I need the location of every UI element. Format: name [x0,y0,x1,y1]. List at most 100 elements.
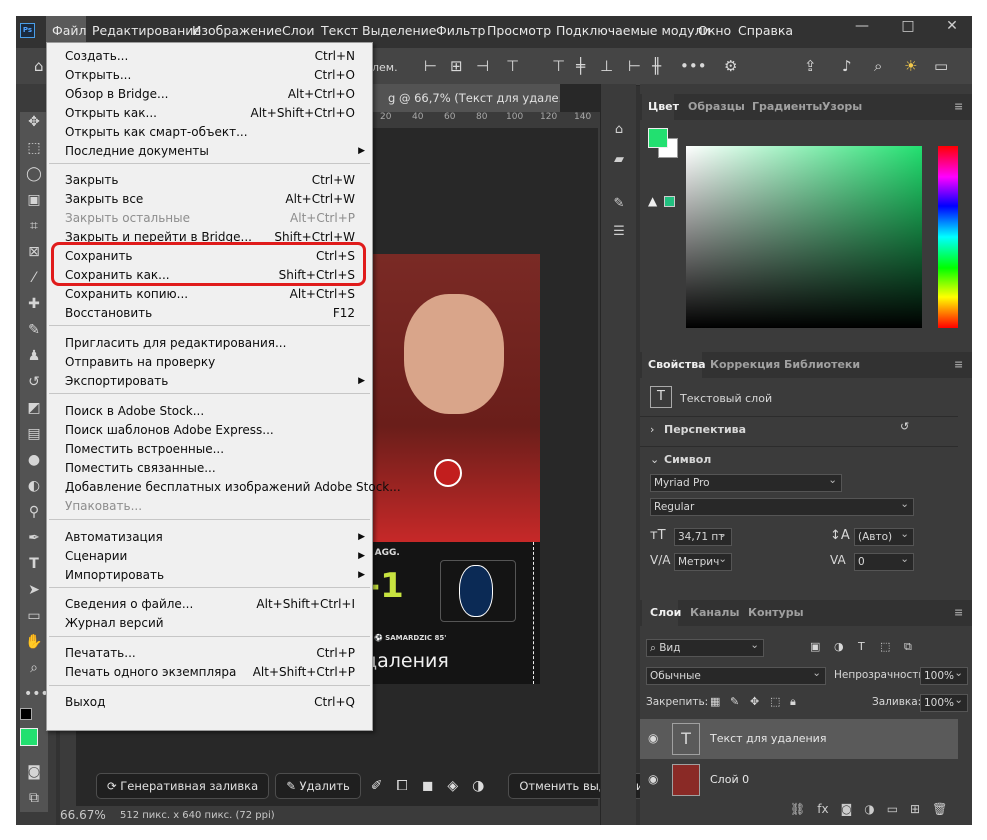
file-menu-item[interactable]: Поиск в Adobe Stock... [47,402,372,421]
history-panel-icon[interactable]: ⌂ [609,120,629,140]
file-menu-item[interactable]: Сведения о файле... Alt+Shift+Ctrl+I [47,595,372,614]
hand-tool-icon[interactable]: ✋ [24,632,44,652]
leading-input[interactable]: (Авто) [854,528,914,546]
brush-panel-icon[interactable]: ✎ [609,194,629,214]
healing-tool-icon[interactable]: ✚ [24,294,44,314]
link-icon[interactable]: ⛓ [790,802,805,822]
pen-tool-icon[interactable]: ✒ [24,528,44,548]
panel-menu-icon[interactable]: ≡ [954,600,963,626]
add-mask-icon[interactable]: ◙ [841,802,853,822]
file-menu-item[interactable]: Экспортировать ▶ [47,372,372,391]
eraser-tool-icon[interactable]: ◩ [24,398,44,418]
font-style-select[interactable]: Regular [650,498,914,516]
new-group-icon[interactable]: ▭ [887,802,898,822]
history-brush-tool-icon[interactable]: ↺ [24,372,44,392]
gamut-warning-icon[interactable]: ▲ [648,194,657,208]
file-menu-item[interactable]: Закрыть Ctrl+W [47,171,372,190]
file-menu-item[interactable]: Выход Ctrl+Q [47,693,372,712]
file-menu-item[interactable]: Сохранить копию... Alt+Ctrl+S [47,285,372,304]
move-tool-icon[interactable]: ✥ [24,112,44,132]
more-options-icon[interactable]: ••• [680,58,707,74]
tab-color[interactable]: Цвет [642,94,679,120]
menu-window[interactable]: Окно [698,16,731,46]
tracking-input[interactable]: 0 [854,553,914,571]
dodge-tool-icon[interactable]: ◐ [24,476,44,496]
panel-menu-icon[interactable]: ≡ [954,94,963,120]
zoom-tool-icon[interactable]: ⌕ [24,658,44,678]
align-hcenter-icon[interactable]: ⊞ [450,58,463,74]
tab-gradients[interactable]: Градиенты [752,94,822,120]
gradient-tool-icon[interactable]: ▤ [24,424,44,444]
gear-icon[interactable]: ⚙ [724,58,737,74]
path-select-tool-icon[interactable]: ➤ [24,580,44,600]
panel-menu-icon[interactable]: ≡ [954,352,963,378]
file-menu-item[interactable]: Открыть как смарт-объект... [47,123,372,142]
tab-patterns[interactable]: Узоры [822,94,862,120]
file-menu-item[interactable]: Открыть как... Alt+Shift+Ctrl+O [47,104,372,123]
stamp-tool-icon[interactable]: ♟ [24,346,44,366]
eye-icon[interactable]: ◉ [648,731,658,745]
menu-select[interactable]: Выделение [362,16,436,46]
marquee-tool-icon[interactable]: ⬚ [24,138,44,158]
file-menu-item[interactable]: Поместить связанные... [47,459,372,478]
delete-button[interactable]: ✎ Удалить [275,773,361,799]
lock-move-icon[interactable]: ✥ [750,695,759,708]
close-button[interactable]: ✕ [932,16,972,38]
menu-help[interactable]: Справка [738,16,793,46]
kerning-select[interactable]: Метрич [674,553,732,571]
align-top-icon[interactable]: ⊤ [506,58,519,74]
file-menu-item[interactable]: Обзор в Bridge... Alt+Ctrl+O [47,85,372,104]
color-picker-field[interactable] [686,146,922,328]
layer-name[interactable]: Текст для удаления [710,732,826,745]
file-menu-item[interactable]: Последние документы ▶ [47,142,372,161]
brush-tool-icon[interactable]: ✎ [24,320,44,340]
file-menu-item[interactable]: Сценарии ▶ [47,547,372,566]
adjustments-panel-icon[interactable]: ☰ [609,222,629,242]
file-menu-item[interactable]: Печать одного экземпляра Alt+Shift+Ctrl+P [47,663,372,682]
align-right-icon[interactable]: ⊣ [476,58,489,74]
home-icon[interactable]: ⌂ [34,58,44,74]
bell-icon[interactable]: ♪ [842,58,852,74]
fill-icon[interactable]: ◈ [443,773,462,801]
perspective-section[interactable]: Перспектива [664,423,746,436]
fx-icon[interactable]: fx [817,802,828,822]
generative-fill-button[interactable]: ⟳ Генеративная заливка [96,773,270,799]
filter-shape-icon[interactable]: ⬚ [880,640,890,653]
filter-adjustment-icon[interactable]: ◑ [834,640,844,653]
lock-brush-icon[interactable]: ✎ [730,695,739,708]
tab-properties[interactable]: Свойства [642,352,706,378]
align-left-icon[interactable]: ⊢ [424,58,437,74]
lock-artboard-icon[interactable]: ⬚ [770,695,780,708]
tab-swatches[interactable]: Образцы [688,94,745,120]
lightbulb-icon[interactable]: ☀ [904,58,917,74]
file-menu-item[interactable]: Печатать... Ctrl+P [47,644,372,663]
font-size-input[interactable]: 34,71 пт [674,528,732,546]
new-adjustment-icon[interactable]: ◑ [864,802,874,822]
filter-pixel-icon[interactable]: ▣ [810,640,820,653]
blur-tool-icon[interactable]: ● [24,450,44,470]
menu-plugins[interactable]: Подключаемые модули [556,16,711,46]
screen-mode-icon[interactable]: ⧉ [24,788,44,808]
symbol-chevron-icon[interactable]: ⌄ [650,453,659,466]
file-menu-item[interactable]: Пригласить для редактирования... [47,334,372,353]
layer-filter-select[interactable]: ⌕ Вид [646,639,764,657]
rectangle-tool-icon[interactable]: ▭ [24,606,44,626]
menu-view[interactable]: Просмотр [487,16,551,46]
hue-slider[interactable] [938,146,958,328]
menu-filter[interactable]: Фильтр [436,16,485,46]
distribute-hcenter-icon[interactable]: ╫ [652,58,661,74]
symbol-section[interactable]: Символ [664,453,711,466]
transform-icon[interactable]: ⧠ [393,773,412,801]
more-tools-icon[interactable]: ••• [24,684,49,704]
lock-transparent-icon[interactable]: ▦ [710,695,720,708]
deselect-button[interactable]: Отменить выделение [508,773,662,799]
file-menu-item[interactable]: Журнал версий [47,614,372,633]
share-icon[interactable]: ⇪ [804,58,817,74]
filter-type-icon[interactable]: T [858,640,865,653]
file-menu-item[interactable]: Автоматизация ▶ [47,528,372,547]
layer-row[interactable]: ◉ Слой 0 [640,760,958,800]
distribute-vcenter-icon[interactable]: ╪ [576,58,585,74]
file-menu-item[interactable]: Добавление бесплатных изображений Adobe … [47,478,401,497]
tab-layers[interactable]: Слои [642,600,681,626]
lock-all-icon[interactable]: 🔒︎ [790,695,796,709]
